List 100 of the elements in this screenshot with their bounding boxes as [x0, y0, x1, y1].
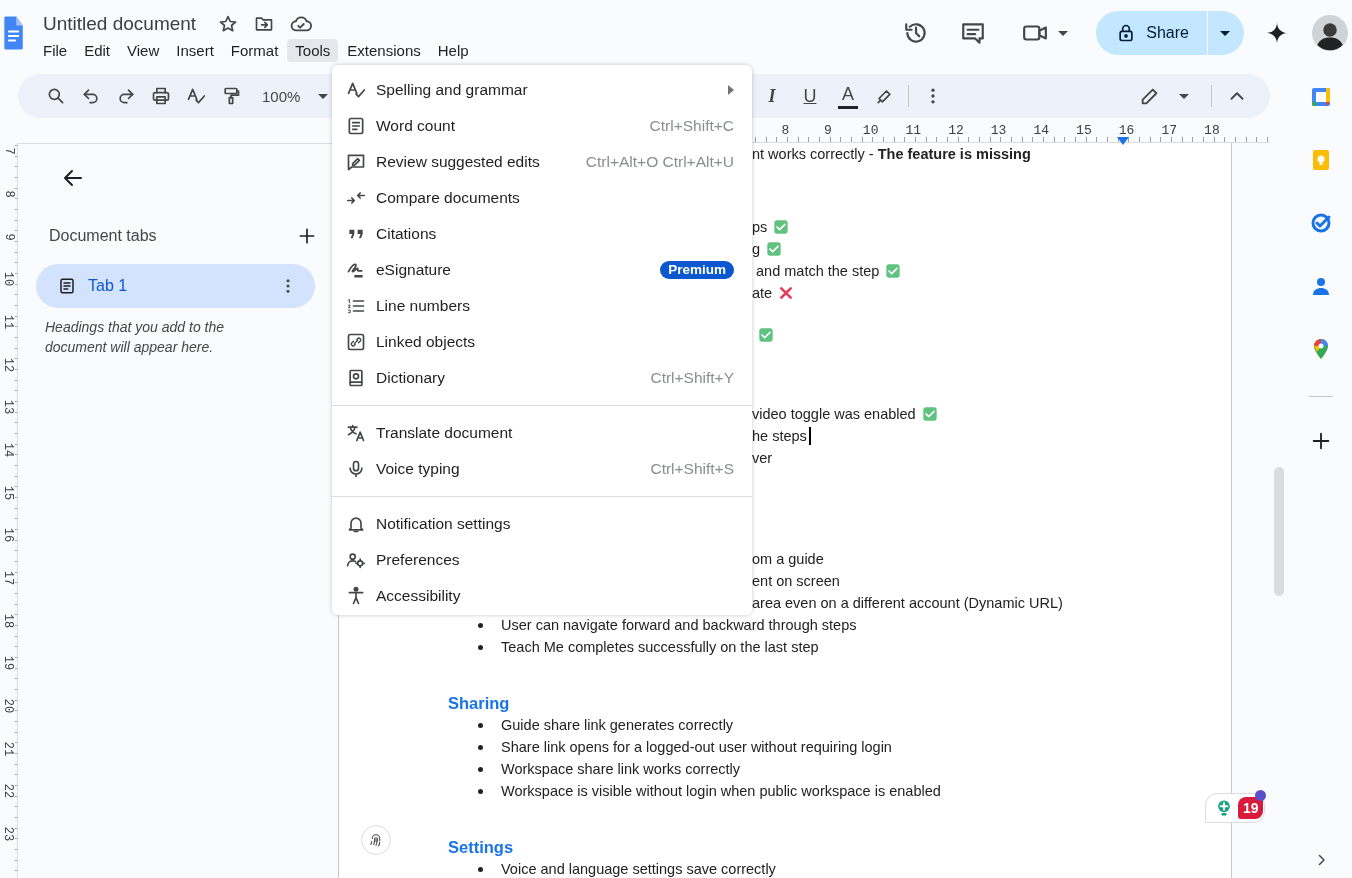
ruler-number: 8	[2, 190, 15, 198]
paint-roller-icon[interactable]	[221, 86, 241, 106]
text-line: and match the step	[755, 263, 880, 279]
ruler-number: 20	[2, 698, 15, 714]
keyboard-shortcut: Ctrl+Shift+Y	[650, 369, 734, 387]
menu-item[interactable]: Word count Ctrl+Shift+C	[332, 108, 752, 144]
person-gear-icon	[346, 550, 366, 570]
document-title[interactable]: Untitled document	[43, 13, 197, 35]
document-lines-icon	[346, 116, 366, 136]
notification-dot	[1255, 790, 1266, 801]
text-line: ver	[752, 450, 773, 466]
keyboard-shortcut: Ctrl+Shift+C	[649, 117, 734, 135]
menu-bar-item[interactable]: View	[119, 39, 168, 62]
zoom-selector[interactable]: 100%	[256, 87, 329, 105]
menu-bar-item[interactable]: Edit	[76, 39, 119, 62]
text-line: ate	[752, 285, 773, 301]
ruler-number: 15	[2, 485, 15, 500]
bullet-icon	[478, 744, 483, 750]
text-line: area even on a different account (Dynamic URL)	[752, 595, 1063, 611]
menu-item[interactable]: Notification settings	[332, 506, 752, 542]
ruler-number: 19	[2, 656, 15, 671]
undo-icon[interactable]	[81, 86, 101, 106]
assistant-widget[interactable]: 19	[1205, 793, 1265, 823]
list-item-text: Share link opens for a logged-out user without requiring login	[501, 739, 892, 755]
bullet-icon	[478, 788, 483, 794]
add-icon[interactable]	[1310, 430, 1332, 452]
folder-arrow-icon[interactable]	[254, 14, 275, 34]
text-line: ent on screen	[752, 573, 840, 589]
text-line: g	[752, 241, 761, 257]
search-icon[interactable]	[46, 86, 66, 106]
text-line: om a guide	[752, 551, 824, 567]
menu-item[interactable]: Preferences	[332, 542, 752, 578]
section-heading: Sharing	[448, 693, 510, 713]
text-color-button[interactable]: A	[836, 82, 860, 110]
ruler-number: 14	[2, 442, 15, 458]
list-item-text: Teach Me completes successfully on the last step	[501, 639, 819, 655]
accessibility-icon	[346, 586, 366, 606]
ruler-number: 11	[2, 314, 15, 330]
ruler-number: 16	[1117, 123, 1136, 139]
ruler-number: 13	[989, 123, 1008, 139]
bullet-icon	[478, 866, 483, 872]
microphone-icon	[346, 459, 366, 479]
text-line: ps	[752, 219, 768, 235]
menu-bar-item[interactable]: Insert	[168, 39, 222, 62]
menu-item[interactable]: eSignature Premium	[332, 252, 752, 288]
star-icon[interactable]	[218, 14, 239, 34]
bullet-icon	[478, 766, 483, 772]
underline-button[interactable]: U	[798, 82, 822, 110]
caret-icon[interactable]	[1058, 30, 1069, 36]
ruler-number: 15	[1075, 123, 1093, 139]
list-item-text: Workspace is visible without login when public workspace is enabled	[501, 783, 941, 799]
text-line: video toggle was enabled	[752, 406, 916, 422]
ruler-number: 11	[904, 123, 923, 139]
menu-bar-item[interactable]: Format	[222, 39, 287, 62]
menu-item[interactable]: Citations	[332, 216, 752, 252]
bell-icon	[346, 514, 366, 534]
menu-item[interactable]: Line numbers	[332, 288, 752, 324]
menu-item[interactable]: Translate document	[332, 415, 752, 451]
comment-icon[interactable]	[960, 20, 987, 46]
print-icon[interactable]	[151, 86, 171, 106]
menu-bar-item[interactable]: File	[35, 39, 76, 62]
scrollbar-thumb[interactable]	[1274, 467, 1284, 596]
menu-item[interactable]: Review suggested edits Ctrl+Alt+O Ctrl+Alt+U	[332, 144, 752, 180]
text-line: nt works correctly - The feature is missing	[752, 146, 1031, 162]
redo-icon[interactable]	[116, 86, 136, 106]
ruler-number: 10	[2, 272, 15, 287]
menu-bar-item[interactable]: Tools	[287, 39, 339, 62]
avatar-icon[interactable]	[1312, 15, 1348, 51]
list-item-text: Guide share link generates correctly	[501, 717, 734, 733]
keyboard-shortcut: Ctrl+Alt+O Ctrl+Alt+U	[585, 153, 734, 171]
ruler-number: 17	[1160, 123, 1179, 139]
menu-item[interactable]: Voice typing Ctrl+Shift+S	[332, 451, 752, 487]
italic-button[interactable]: I	[760, 82, 784, 110]
list-item-text: User can navigate forward and backward through steps	[501, 617, 857, 633]
add-icon[interactable]	[297, 226, 317, 246]
caret-icon[interactable]	[1179, 93, 1189, 99]
list-item-text: Workspace share link works correctly	[501, 761, 741, 777]
ruler-number: 16	[2, 528, 15, 543]
document-tab[interactable]: Tab 1	[36, 264, 315, 308]
menu-item[interactable]: Accessibility	[332, 578, 752, 614]
calendar-icon[interactable]	[1309, 85, 1333, 109]
menu-item[interactable]: Dictionary Ctrl+Shift+Y	[332, 360, 752, 396]
menu-bar-item[interactable]: Extensions	[339, 39, 429, 62]
menu-item[interactable]: Compare documents	[332, 180, 752, 216]
ruler-number: 14	[1032, 123, 1051, 139]
menu-item[interactable]: Spelling and grammar	[332, 72, 752, 108]
menu-bar-item[interactable]: Help	[429, 39, 477, 62]
link-icon	[346, 332, 366, 352]
ruler-number: 7	[2, 147, 15, 155]
ruler-number: 9	[2, 233, 15, 241]
indent-marker-icon[interactable]	[1117, 137, 1129, 145]
ruler-number: 13	[2, 400, 15, 415]
checkmark-circle-icon[interactable]	[1309, 211, 1333, 235]
premium-badge: Premium	[660, 261, 734, 279]
menu-item[interactable]: Linked objects	[332, 324, 752, 360]
spellcheck-icon[interactable]	[186, 86, 206, 106]
book-icon	[346, 368, 366, 388]
ruler-number: 18	[2, 613, 15, 628]
keyboard-shortcut: Ctrl+Shift+S	[650, 460, 734, 478]
share-button[interactable]: Share	[1096, 11, 1207, 55]
